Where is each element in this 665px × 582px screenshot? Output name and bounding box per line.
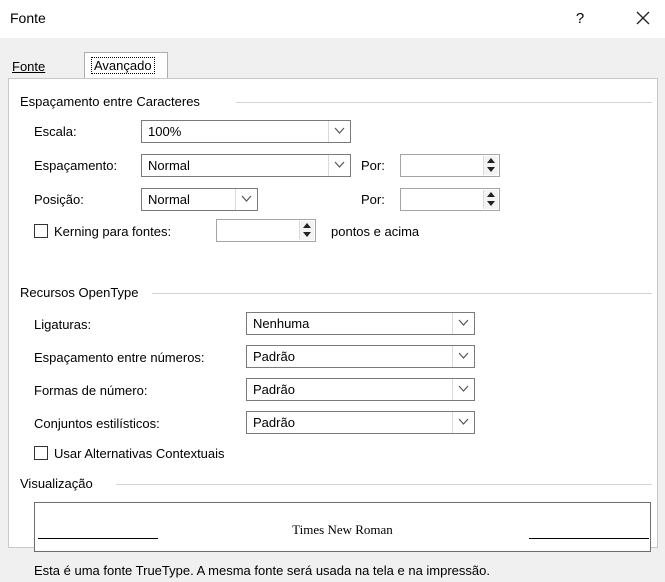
stylistic-sets-label: Conjuntos estilísticos: xyxy=(34,416,160,431)
group-preview-title: Visualização xyxy=(20,476,93,491)
spinner-arrows[interactable] xyxy=(483,156,498,175)
number-spacing-label: Espaçamento entre números: xyxy=(34,350,205,365)
ligatures-combobox[interactable]: Nenhuma xyxy=(246,312,475,335)
kerning-label: Kerning para fontes: xyxy=(54,224,172,239)
kerning-checkbox[interactable] xyxy=(34,224,48,238)
spacing-label: Espaçamento: xyxy=(34,158,118,173)
chevron-down-icon[interactable] xyxy=(452,313,474,334)
kerning-spinner[interactable] xyxy=(216,219,316,242)
number-forms-label: Formas de número: xyxy=(34,383,148,398)
chevron-down-icon[interactable] xyxy=(328,155,350,176)
position-by-label: Por: xyxy=(361,192,385,207)
ligatures-value: Nenhuma xyxy=(253,316,310,331)
chevron-down-icon[interactable] xyxy=(452,412,474,433)
window-title: Fonte xyxy=(10,10,46,26)
ligatures-label: Ligaturas: xyxy=(34,317,92,332)
spacing-combobox[interactable]: Normal xyxy=(141,154,351,177)
chevron-down-icon[interactable] xyxy=(328,121,350,142)
chevron-down-icon[interactable] xyxy=(235,189,257,210)
spin-down-icon[interactable] xyxy=(487,167,495,172)
preview-sample-text: Times New Roman xyxy=(292,522,393,537)
contextual-alternates-label: Usar Alternativas Contextuais xyxy=(54,446,225,461)
position-by-spinner[interactable] xyxy=(400,188,500,211)
stylistic-sets-combobox[interactable]: Padrão xyxy=(246,411,475,434)
close-icon xyxy=(636,11,650,25)
tab-fonte-label: Fonte xyxy=(12,59,46,74)
group-opentype-title: Recursos OpenType xyxy=(20,285,139,300)
preview-baseline-right xyxy=(529,538,649,539)
stylistic-sets-value: Padrão xyxy=(253,415,295,430)
kerning-suffix: pontos e acima xyxy=(331,224,420,239)
spinner-arrows[interactable] xyxy=(299,221,314,240)
spacing-by-spinner[interactable] xyxy=(400,154,500,177)
close-button[interactable] xyxy=(628,4,658,32)
group-char-spacing-title: Espaçamento entre Caracteres xyxy=(20,94,200,109)
spin-up-icon[interactable] xyxy=(487,192,495,197)
preview-description: Esta é uma fonte TrueType. A mesma fonte… xyxy=(34,563,490,578)
preview-baseline-left xyxy=(38,538,158,539)
group-divider xyxy=(152,293,652,294)
contextual-alternates-checkbox[interactable] xyxy=(34,446,48,460)
font-preview-box: Times New Roman xyxy=(34,502,651,552)
number-spacing-value: Padrão xyxy=(253,349,295,364)
spin-down-icon[interactable] xyxy=(303,232,311,237)
number-forms-combobox[interactable]: Padrão xyxy=(246,378,475,401)
scale-value: 100% xyxy=(148,124,182,139)
tab-avancado-label: Avançado xyxy=(91,57,155,74)
scale-label: Escala: xyxy=(34,124,77,139)
position-value: Normal xyxy=(148,192,190,207)
scale-combobox[interactable]: 100% xyxy=(141,120,351,143)
position-label: Posição: xyxy=(34,192,84,207)
number-forms-value: Padrão xyxy=(253,382,295,397)
spinner-arrows[interactable] xyxy=(483,190,498,209)
spin-down-icon[interactable] xyxy=(487,201,495,206)
spin-up-icon[interactable] xyxy=(303,223,311,228)
title-bar: Fonte ? xyxy=(0,0,665,38)
spin-up-icon[interactable] xyxy=(487,158,495,163)
spacing-value: Normal xyxy=(148,158,190,173)
group-divider xyxy=(116,484,652,485)
number-spacing-combobox[interactable]: Padrão xyxy=(246,345,475,368)
tab-avancado[interactable]: Avançado xyxy=(84,52,168,79)
chevron-down-icon[interactable] xyxy=(452,379,474,400)
help-button[interactable]: ? xyxy=(566,6,594,32)
spacing-by-label: Por: xyxy=(361,158,385,173)
group-divider xyxy=(236,102,652,103)
chevron-down-icon[interactable] xyxy=(452,346,474,367)
position-combobox[interactable]: Normal xyxy=(141,188,258,211)
